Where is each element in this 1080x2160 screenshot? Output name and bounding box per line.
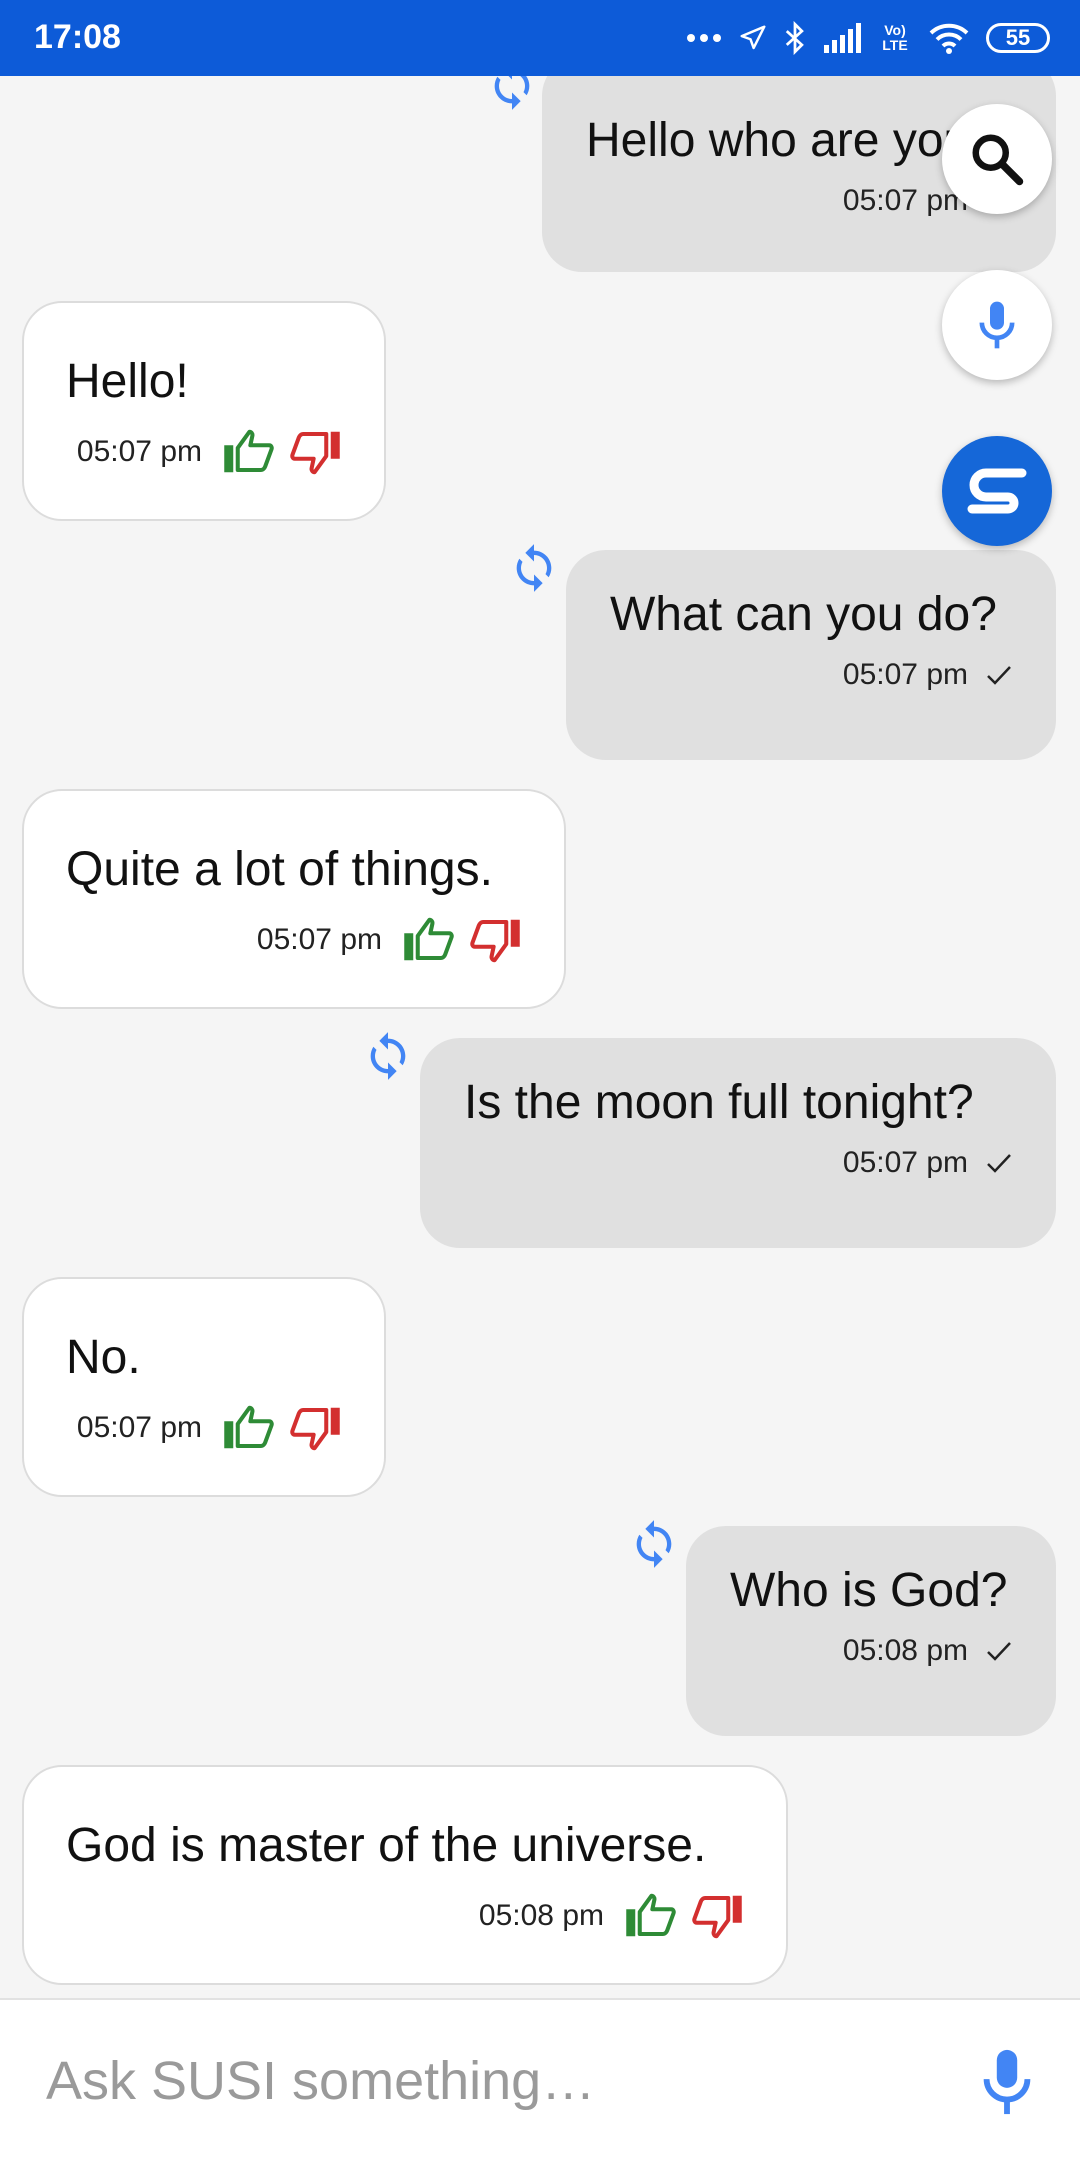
user-message: Is the moon full tonight? 05:07 pm: [420, 1038, 1056, 1248]
message-text: Who is God?: [730, 1564, 1008, 1617]
message-time: 05:07 pm: [76, 1411, 202, 1444]
bot-message: No. 05:07 pm: [22, 1277, 386, 1497]
mic-icon: [979, 301, 1015, 349]
message-text: What can you do?: [610, 588, 997, 641]
chat-list[interactable]: Hello who are you? 05:07 pm Hello! 05:07…: [0, 76, 1080, 1998]
signal-icon: [824, 23, 861, 53]
voice-button[interactable]: [942, 270, 1052, 380]
location-arrow-icon: [740, 25, 766, 50]
message-meta: 05:07 pm: [66, 1401, 342, 1455]
message-meta: 05:07 pm: [464, 1146, 1012, 1180]
message-time: 05:07 pm: [76, 435, 202, 468]
battery-icon: 55: [986, 23, 1050, 53]
message-text: God is master of the universe.: [66, 1819, 707, 1872]
resend-icon[interactable]: [508, 542, 560, 594]
thumbs-up-icon[interactable]: [222, 425, 276, 479]
volte-icon: Vo) LTE: [882, 22, 908, 53]
thumbs-down-icon[interactable]: [468, 913, 522, 967]
bluetooth-icon: [785, 21, 804, 55]
status-time: 17:08: [34, 18, 121, 56]
bot-message: Quite a lot of things. 05:07 pm: [22, 789, 566, 1009]
thumbs-down-icon[interactable]: [288, 425, 342, 479]
battery-level: 55: [1005, 25, 1031, 50]
user-message: Who is God? 05:08 pm: [686, 1526, 1056, 1736]
input-bar: [0, 1998, 1080, 2160]
status-bar: 17:08 Vo) LTE 55: [0, 0, 1080, 76]
thumbs-up-icon[interactable]: [222, 1401, 276, 1455]
search-button[interactable]: [942, 104, 1052, 214]
message-meta: 05:08 pm: [730, 1634, 1012, 1668]
message-time: 05:08 pm: [842, 1634, 968, 1667]
status-icons: Vo) LTE 55: [686, 14, 1050, 62]
thumbs-up-icon[interactable]: [402, 913, 456, 967]
check-icon: [987, 1154, 1011, 1173]
thumbs-down-icon[interactable]: [690, 1889, 744, 1943]
mic-icon[interactable]: [972, 2044, 1042, 2120]
message-text: Is the moon full tonight?: [464, 1076, 974, 1129]
message-time: 05:07 pm: [842, 1146, 968, 1179]
message-meta: 05:07 pm: [66, 913, 522, 967]
message-time: 05:07 pm: [256, 923, 382, 956]
resend-icon[interactable]: [486, 76, 538, 112]
more-dots-icon: [687, 34, 721, 42]
message-meta: 05:07 pm: [586, 184, 1012, 218]
susi-button[interactable]: [942, 436, 1052, 546]
message-time: 05:08 pm: [478, 1899, 604, 1932]
message-time: 05:07 pm: [842, 184, 968, 217]
message-text: No.: [66, 1331, 141, 1384]
thumbs-down-icon[interactable]: [288, 1401, 342, 1455]
message-meta: 05:07 pm: [66, 425, 342, 479]
resend-icon[interactable]: [362, 1030, 414, 1082]
bot-message: God is master of the universe. 05:08 pm: [22, 1765, 788, 1985]
message-text: Quite a lot of things.: [66, 843, 493, 896]
resend-icon[interactable]: [628, 1518, 680, 1570]
check-icon: [987, 1642, 1011, 1661]
susi-logo-icon: [967, 468, 1027, 514]
message-meta: 05:08 pm: [66, 1889, 744, 1943]
user-message: What can you do? 05:07 pm: [566, 550, 1056, 760]
wifi-icon: [929, 23, 969, 54]
bot-message: Hello! 05:07 pm: [22, 301, 386, 521]
message-meta: 05:07 pm: [610, 658, 1012, 692]
thumbs-up-icon[interactable]: [624, 1889, 678, 1943]
ask-input[interactable]: [44, 2040, 928, 2122]
search-icon: [972, 134, 1024, 186]
message-text: Hello!: [66, 355, 189, 408]
message-time: 05:07 pm: [842, 658, 968, 691]
check-icon: [987, 666, 1011, 685]
